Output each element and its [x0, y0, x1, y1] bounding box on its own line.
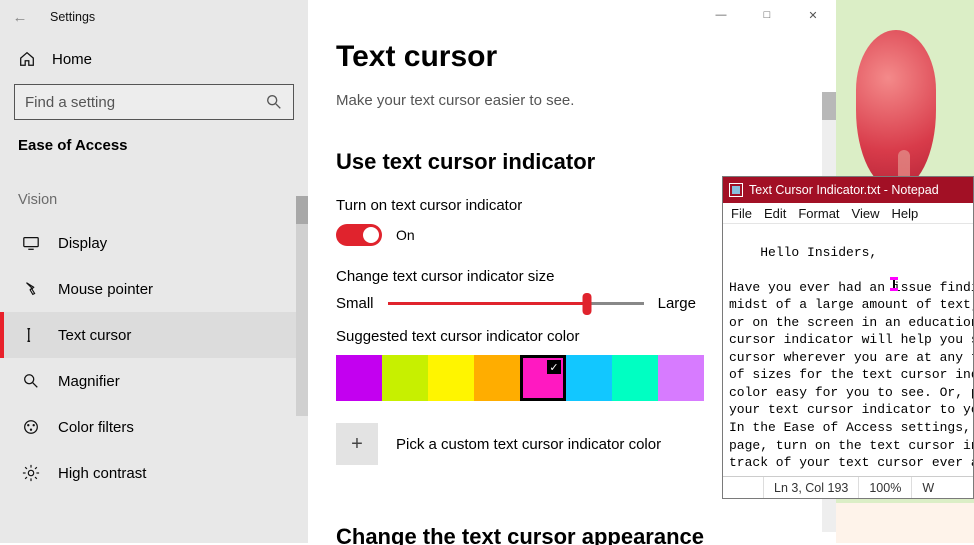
search-placeholder: Find a setting: [25, 94, 115, 111]
window-title: Settings: [50, 10, 95, 24]
section-heading-clipped: Change the text cursor appearance: [336, 526, 736, 545]
status-zoom: 100%: [858, 477, 911, 498]
toggle-state: On: [396, 227, 415, 243]
check-icon: ✓: [547, 360, 561, 374]
nav-item-display[interactable]: Display: [0, 220, 308, 266]
status-position: Ln 3, Col 193: [763, 477, 858, 498]
settings-sidebar: ← Settings Home Find a setting Ease of A…: [0, 0, 308, 543]
display-icon: [22, 234, 40, 252]
home-icon: [18, 50, 36, 68]
color-swatch[interactable]: [336, 355, 382, 401]
magnifier-icon: [22, 372, 40, 390]
nav-item-label: Magnifier: [58, 373, 120, 390]
page-title: Text cursor: [336, 40, 836, 74]
color-swatch[interactable]: [612, 355, 658, 401]
document-icon: [729, 183, 743, 197]
nav-item-label: Display: [58, 235, 107, 252]
notepad-statusbar: Ln 3, Col 193 100% W: [723, 476, 973, 498]
indicator-toggle[interactable]: [336, 224, 382, 246]
mouse-pointer-icon: [22, 280, 40, 298]
size-min-label: Small: [336, 295, 374, 312]
nav-item-label: High contrast: [58, 465, 146, 482]
maximize-button[interactable]: □: [744, 0, 790, 30]
nav-item-label: Mouse pointer: [58, 281, 153, 298]
sidebar-scrollbar[interactable]: [296, 196, 308, 416]
close-button[interactable]: ✕: [790, 0, 836, 30]
status-encoding: W: [911, 477, 944, 498]
group-label: Vision: [0, 172, 308, 220]
nav-item-magnifier[interactable]: Magnifier: [0, 358, 308, 404]
category-label: Ease of Access: [0, 134, 308, 172]
menu-help[interactable]: Help: [891, 206, 918, 221]
minimize-button[interactable]: —: [698, 0, 744, 30]
nav-item-mouse-pointer[interactable]: Mouse pointer: [0, 266, 308, 312]
section-heading: Use text cursor indicator: [336, 149, 836, 175]
nav-item-color-filters[interactable]: Color filters: [0, 404, 308, 450]
notepad-titlebar[interactable]: Text Cursor Indicator.txt - Notepad: [723, 177, 973, 203]
home-nav[interactable]: Home: [0, 34, 308, 84]
menu-file[interactable]: File: [731, 206, 752, 221]
search-input[interactable]: Find a setting: [14, 84, 294, 120]
menu-edit[interactable]: Edit: [764, 206, 786, 221]
notepad-body[interactable]: Hello Insiders, Have you ever had an iss…: [723, 224, 973, 476]
notepad-window: Text Cursor Indicator.txt - Notepad File…: [722, 176, 974, 499]
notepad-title: Text Cursor Indicator.txt - Notepad: [749, 183, 939, 197]
back-icon[interactable]: ←: [6, 9, 34, 26]
nav-item-high-contrast[interactable]: High contrast: [0, 450, 308, 496]
text-cursor-indicator: [890, 277, 898, 291]
notepad-menubar: File Edit Format View Help: [723, 203, 973, 224]
nav-item-label: Color filters: [58, 419, 134, 436]
home-label: Home: [52, 51, 92, 68]
text-cursor-icon: [22, 326, 40, 344]
nav-item-text-cursor[interactable]: Text cursor: [0, 312, 308, 358]
page-subtitle: Make your text cursor easier to see.: [336, 92, 836, 109]
custom-color-button[interactable]: +: [336, 423, 378, 465]
menu-view[interactable]: View: [852, 206, 880, 221]
color-swatch[interactable]: [382, 355, 428, 401]
custom-color-label: Pick a custom text cursor indicator colo…: [396, 436, 661, 453]
search-icon: [265, 93, 283, 111]
notepad-text: Hello Insiders, Have you ever had an iss…: [729, 245, 973, 471]
color-swatch[interactable]: [566, 355, 612, 401]
size-max-label: Large: [658, 295, 696, 312]
settings-window: ← Settings Home Find a setting Ease of A…: [0, 0, 836, 543]
nav-item-label: Text cursor: [58, 327, 131, 344]
menu-format[interactable]: Format: [798, 206, 839, 221]
color-filters-icon: [22, 418, 40, 436]
color-swatch[interactable]: [474, 355, 520, 401]
size-slider[interactable]: [388, 302, 644, 305]
color-swatch[interactable]: [428, 355, 474, 401]
color-swatch[interactable]: [658, 355, 704, 401]
high-contrast-icon: [22, 464, 40, 482]
color-swatch[interactable]: ✓: [520, 355, 566, 401]
